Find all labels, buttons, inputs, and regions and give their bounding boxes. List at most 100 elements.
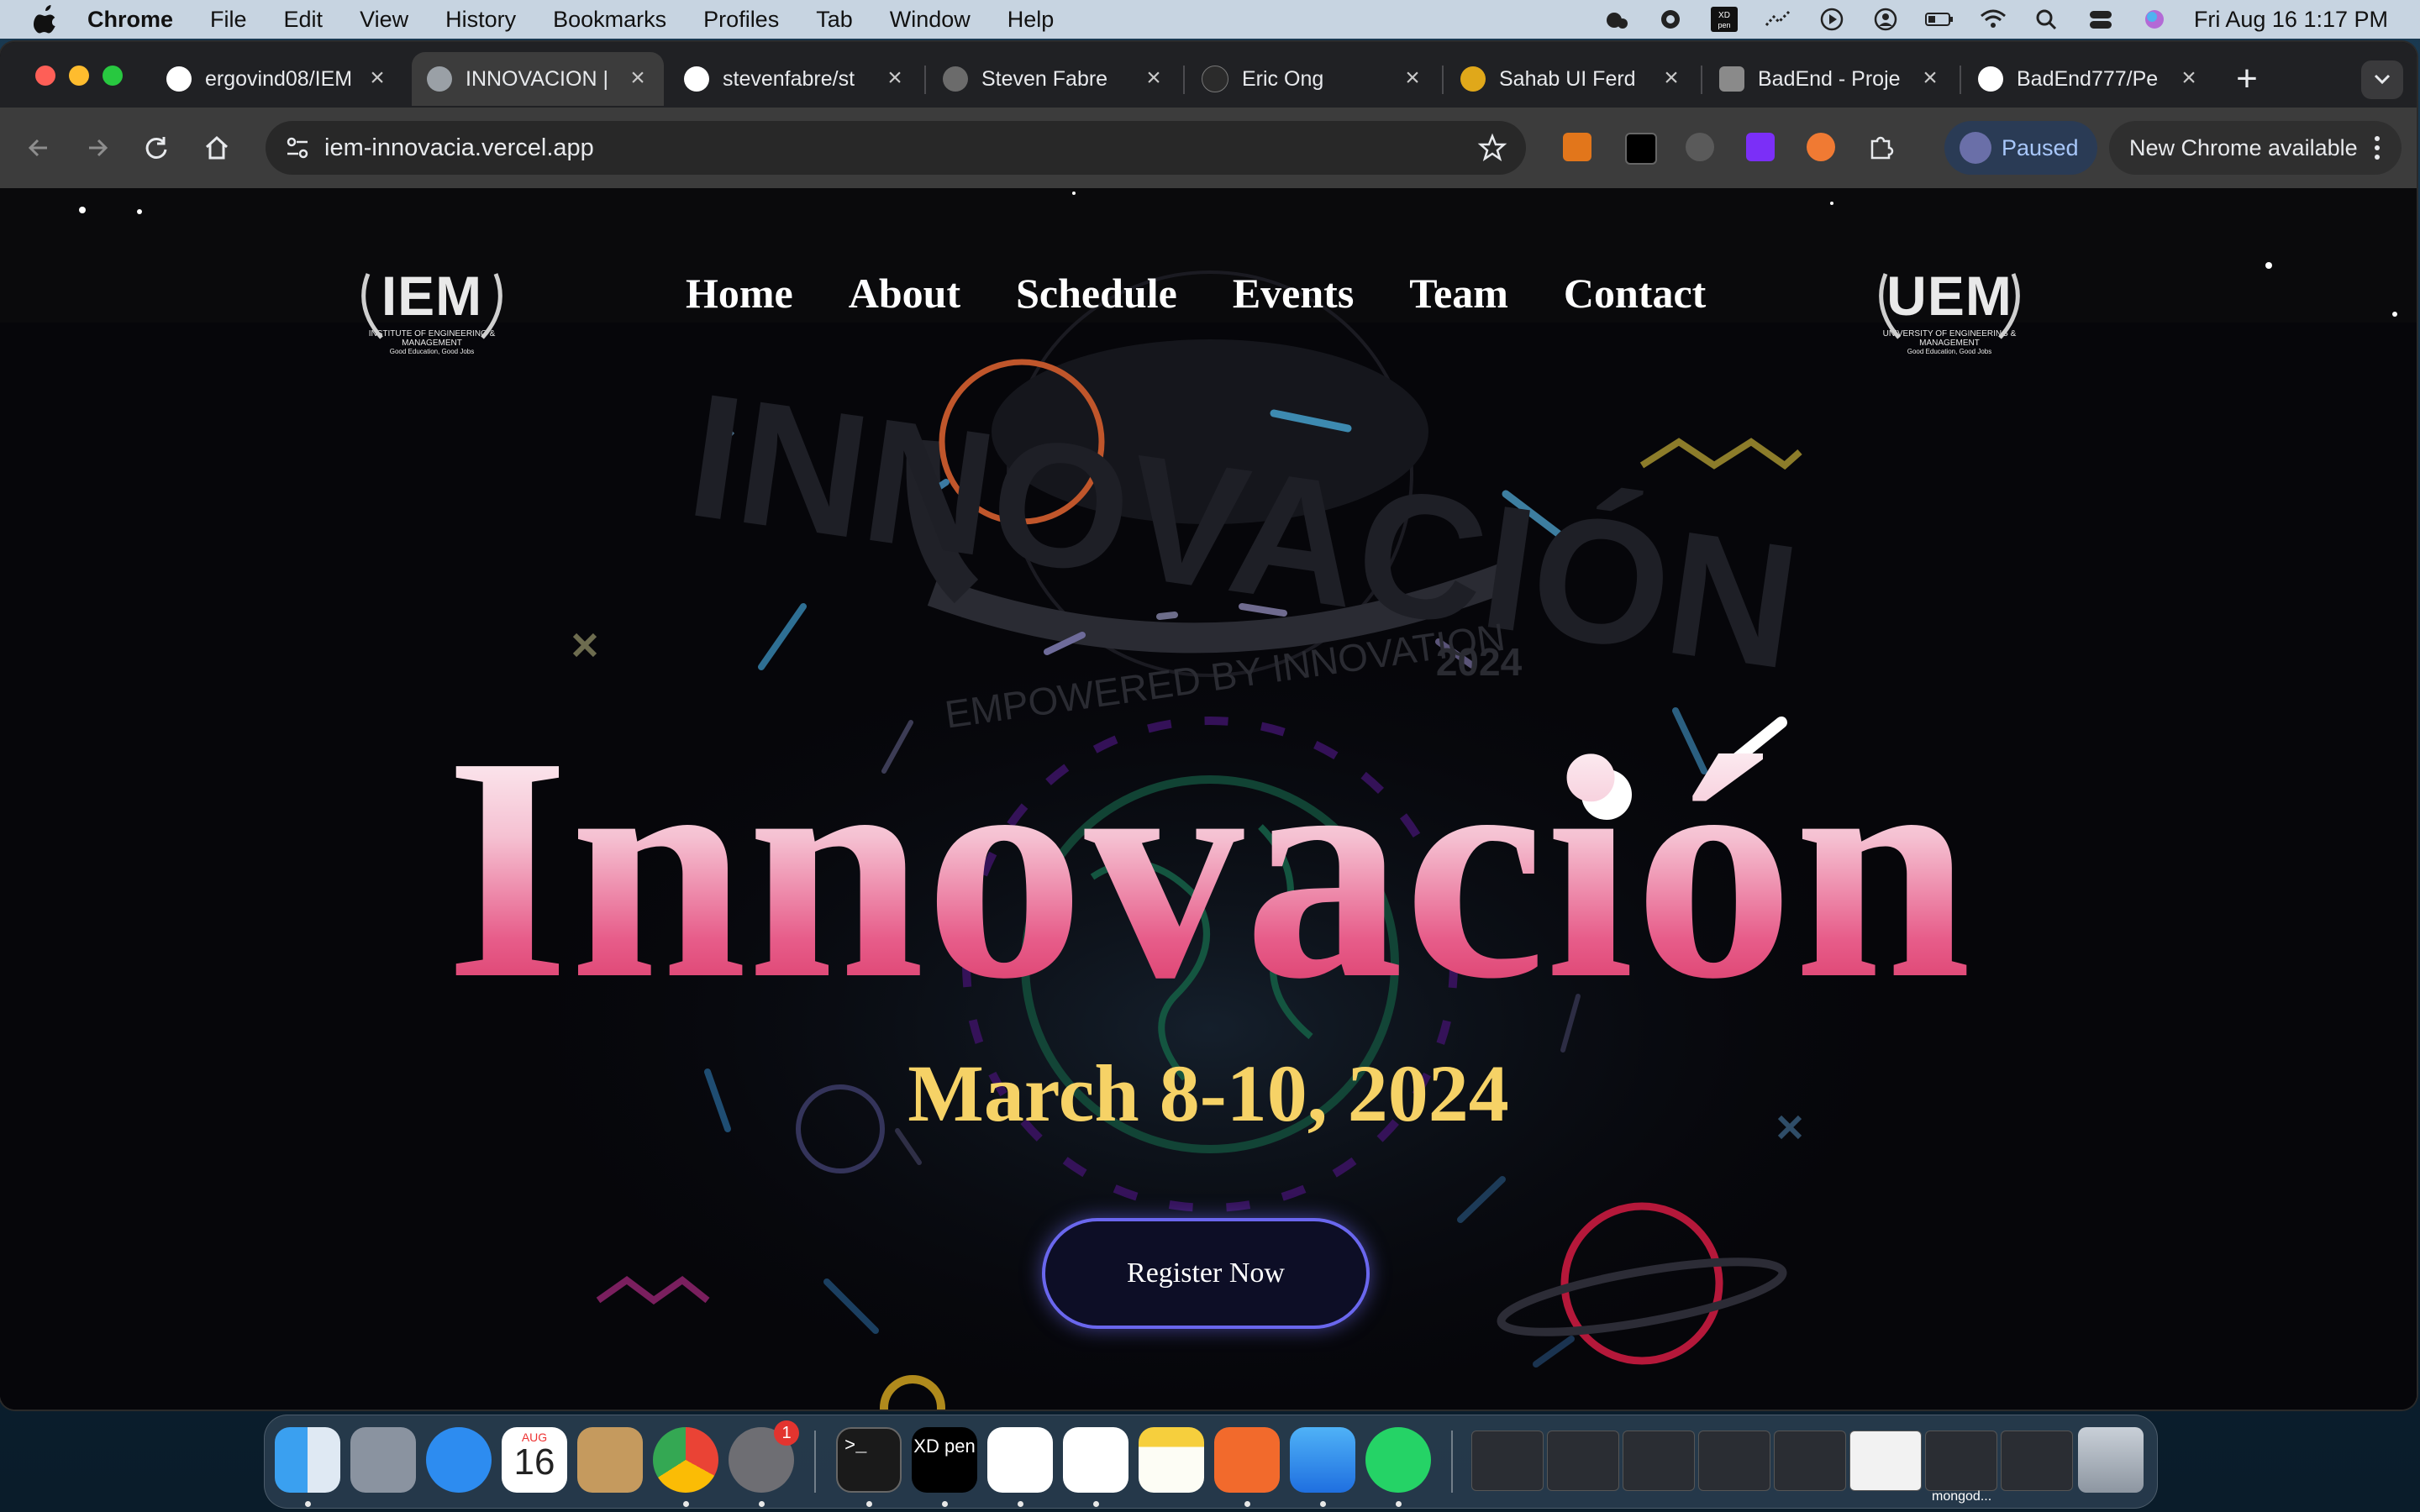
running-indicator	[1396, 1501, 1402, 1507]
site-info-icon[interactable]	[282, 133, 313, 163]
minimize-window-button[interactable]	[69, 66, 89, 86]
address-bar[interactable]: iem-innovacia.vercel.app	[266, 121, 1526, 175]
play-circle-icon[interactable]	[1818, 7, 1846, 32]
control-center-icon[interactable]	[2086, 7, 2115, 32]
vercel-extension-icon[interactable]	[1625, 133, 1657, 165]
vscode-icon[interactable]	[1063, 1427, 1128, 1493]
menu-bookmarks[interactable]: Bookmarks	[553, 7, 666, 33]
close-tab-icon[interactable]: ×	[1918, 66, 1943, 92]
whatsapp-icon[interactable]	[1365, 1427, 1431, 1493]
new-tab-button[interactable]: +	[2227, 60, 2267, 101]
globe-icon	[427, 66, 452, 92]
minimized-window-thumbnail[interactable]	[1698, 1431, 1770, 1491]
xd-pen-menubar-icon[interactable]: XD pen	[1710, 7, 1739, 32]
mongodb-compass-icon[interactable]	[987, 1427, 1053, 1493]
close-tab-icon[interactable]: ×	[1141, 66, 1166, 92]
trash-icon[interactable]	[2078, 1427, 2144, 1493]
user-circle-icon[interactable]	[1871, 7, 1900, 32]
back-button[interactable]	[20, 129, 57, 166]
weather-alert-icon[interactable]	[1602, 7, 1631, 32]
web-page: IEM INSTITUTE OF ENGINEERING & MANAGEMEN…	[0, 188, 2417, 1410]
wifi-icon[interactable]	[1979, 7, 2007, 32]
calendar-icon[interactable]: AUG 16	[502, 1427, 567, 1493]
avatar-icon	[943, 66, 968, 92]
menubar-clock[interactable]: Fri Aug 16 1:17 PM	[2194, 7, 2388, 33]
close-tab-icon[interactable]: ×	[1400, 66, 1425, 92]
tab-stevenfabre-github[interactable]: stevenfabre/st ×	[669, 52, 921, 106]
zoom-window-button[interactable]	[103, 66, 123, 86]
gear-badge-icon[interactable]	[1656, 7, 1685, 32]
running-indicator	[305, 1501, 311, 1507]
tab-label: Eric Ong	[1242, 66, 1324, 91]
ui-extension-icon[interactable]	[1746, 133, 1775, 161]
tab-eric-ong[interactable]: Eric Ong ×	[1186, 52, 1439, 106]
profile-paused-button[interactable]: Paused	[1944, 121, 2097, 175]
minimized-window-thumbnail[interactable]	[1547, 1431, 1619, 1491]
forward-button[interactable]	[79, 129, 116, 166]
spotlight-search-icon[interactable]	[2033, 7, 2061, 32]
minimized-window-thumbnail[interactable]	[1925, 1431, 1997, 1491]
url-text[interactable]: iem-innovacia.vercel.app	[324, 134, 594, 162]
launchpad-icon[interactable]	[350, 1427, 416, 1493]
minimized-window-thumbnail[interactable]	[1849, 1431, 1922, 1491]
close-tab-icon[interactable]: ×	[1659, 66, 1684, 92]
contacts-icon[interactable]	[577, 1427, 643, 1493]
activity-icon[interactable]	[1764, 7, 1792, 32]
menu-view[interactable]: View	[360, 7, 408, 33]
chrome-icon[interactable]	[653, 1427, 718, 1493]
extension-icon[interactable]	[1807, 133, 1835, 161]
menu-window[interactable]: Window	[890, 7, 971, 33]
tab-steven-fabre[interactable]: Steven Fabre ×	[928, 52, 1180, 106]
menu-profiles[interactable]: Profiles	[703, 7, 779, 33]
notes-icon[interactable]	[1139, 1427, 1204, 1493]
minimized-window-thumbnail[interactable]	[1774, 1431, 1846, 1491]
tab-ergovind08[interactable]: ergovind08/IEM ×	[151, 52, 403, 106]
update-chrome-button[interactable]: New Chrome available	[2109, 121, 2402, 175]
bookmark-star-icon[interactable]	[1477, 133, 1507, 163]
menu-history[interactable]: History	[445, 7, 516, 33]
mail-icon[interactable]	[1290, 1427, 1355, 1493]
xd-pen-icon[interactable]: XD pen	[912, 1427, 977, 1493]
dock-separator	[1451, 1431, 1453, 1493]
extension-icon[interactable]	[1686, 133, 1714, 161]
minimized-window-thumbnail[interactable]	[1623, 1431, 1695, 1491]
metamask-extension-icon[interactable]	[1563, 133, 1591, 161]
menu-tab[interactable]: Tab	[816, 7, 853, 33]
tab-badend777[interactable]: BadEnd777/Pe ×	[1963, 52, 2215, 106]
close-tab-icon[interactable]: ×	[625, 66, 650, 92]
safari-icon[interactable]	[426, 1427, 492, 1493]
tab-label: Steven Fabre	[981, 66, 1108, 91]
close-tab-icon[interactable]: ×	[882, 66, 908, 92]
terminal-icon[interactable]: >_	[836, 1427, 902, 1493]
extensions-puzzle-icon[interactable]	[1867, 133, 1896, 161]
home-button[interactable]	[198, 129, 235, 166]
menu-file[interactable]: File	[210, 7, 247, 33]
tab-badend-project[interactable]: BadEnd - Proje ×	[1704, 52, 1956, 106]
minimized-window-thumbnail[interactable]	[1471, 1431, 1544, 1491]
tab-search-button[interactable]	[2361, 60, 2403, 99]
avatar	[1960, 132, 1991, 164]
siri-icon[interactable]	[2140, 7, 2169, 32]
github-icon	[166, 66, 192, 92]
battery-icon[interactable]	[1924, 7, 1954, 32]
register-now-button[interactable]: Register Now	[1042, 1218, 1370, 1329]
running-indicator	[866, 1501, 872, 1507]
arrow-right-icon	[89, 139, 108, 157]
menu-edit[interactable]: Edit	[284, 7, 324, 33]
running-indicator	[1244, 1501, 1250, 1507]
close-tab-icon[interactable]: ×	[365, 66, 390, 92]
macos-dock: AUG 16 1 >_ XD pen mongod...	[264, 1415, 2158, 1509]
close-window-button[interactable]	[35, 66, 55, 86]
reload-button[interactable]	[138, 129, 175, 166]
menu-app-name[interactable]: Chrome	[87, 7, 173, 33]
finder-icon[interactable]	[275, 1427, 340, 1493]
tab-innovacion[interactable]: INNOVACION | ×	[412, 52, 664, 106]
menu-help[interactable]: Help	[1007, 7, 1055, 33]
browser-toolbar: iem-innovacia.vercel.app Paused New Chro…	[0, 108, 2417, 188]
tab-sahab-ui[interactable]: Sahab UI Ferd ×	[1445, 52, 1697, 106]
minimized-window-thumbnail[interactable]	[2001, 1431, 2073, 1491]
close-tab-icon[interactable]: ×	[2176, 66, 2202, 92]
apple-menu-icon[interactable]	[34, 5, 59, 34]
pen-app-icon[interactable]	[1214, 1427, 1280, 1493]
thumbnail-caption: mongod...	[1932, 1489, 1992, 1504]
